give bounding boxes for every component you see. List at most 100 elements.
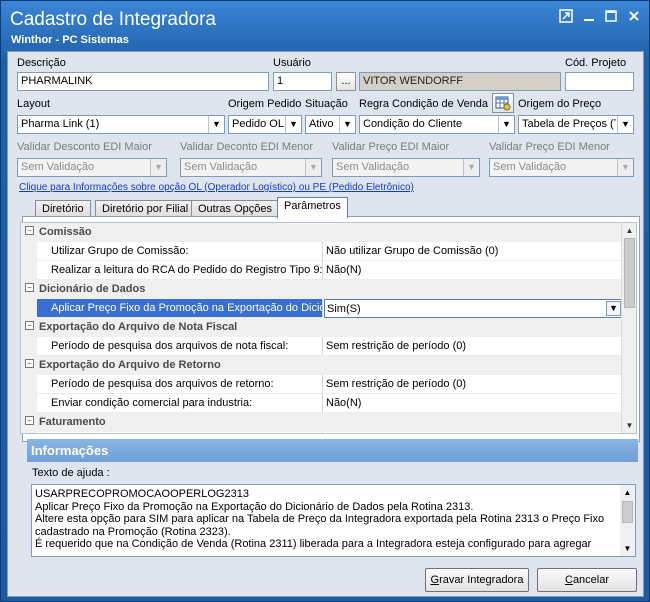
collapse-icon[interactable]: −	[25, 359, 34, 368]
grid-category-row[interactable]: − Dicionário de Dados	[21, 280, 623, 299]
validar-preco-maior-select[interactable]: Sem Validação ▼	[332, 158, 480, 177]
validar-desconto-menor-label: Validar Deconto EDI Menor	[180, 141, 314, 153]
scroll-thumb[interactable]	[624, 238, 635, 308]
chevron-down-icon[interactable]: ▼	[285, 116, 301, 133]
grid-property-value[interactable]: Não(N)	[324, 432, 623, 433]
scroll-up-icon[interactable]: ▲	[620, 485, 635, 500]
chevron-down-icon[interactable]: ▼	[150, 159, 166, 176]
chevron-down-icon[interactable]: ▼	[208, 116, 224, 133]
restore-icon[interactable]	[558, 9, 574, 25]
grid-property-value-text: Não(N)	[326, 397, 362, 409]
validar-preco-menor-value: Sem Validação	[493, 161, 567, 173]
grid-property-value[interactable]: Sem restrição de período (0)	[324, 337, 623, 356]
grid-property-row[interactable]: Utilizar Grupo de Comissão: Não utilizar …	[21, 242, 623, 261]
chevron-down-icon[interactable]: ▼	[617, 159, 633, 176]
validar-desconto-maior-select[interactable]: Sem Validação ▼	[17, 158, 167, 177]
origem-preco-select[interactable]: Tabela de Preços (T ▼	[518, 115, 634, 134]
grid-row-gutter	[21, 261, 37, 280]
chevron-down-icon[interactable]: ▼	[498, 116, 514, 133]
grid-property-value-text: Não utilizar Grupo de Comissão (0)	[326, 245, 499, 257]
grid-property-value[interactable]: Sem restrição de período (0)	[324, 375, 623, 394]
scroll-up-icon[interactable]: ▲	[622, 223, 636, 238]
grid-row-gutter	[21, 432, 37, 433]
close-icon[interactable]	[626, 9, 642, 25]
origem-preco-label: Origem do Preço	[518, 98, 602, 110]
grid-property-name: Gerar Ind. Tipo de Emissão Nota Fiscal:	[37, 432, 323, 433]
collapse-icon[interactable]: −	[25, 226, 34, 235]
descricao-input[interactable]: PHARMALINK	[17, 72, 269, 91]
grid-property-value[interactable]: Não(N)	[324, 394, 623, 413]
grid-property-value[interactable]: Não(N)	[324, 261, 623, 280]
grid-property-value-text: Sem restrição de período (0)	[326, 340, 467, 352]
grid-category-row[interactable]: − Exportação do Arquivo de Retorno	[21, 356, 623, 375]
regra-config-button[interactable]	[492, 93, 514, 113]
grid-property-name: Enviar condição comercial para industria…	[37, 394, 323, 413]
grid-category-row[interactable]: − Faturamento	[21, 413, 623, 432]
help-text-scrollbar[interactable]: ▲ ▼	[620, 485, 635, 556]
scroll-thumb[interactable]	[622, 501, 633, 523]
validar-desconto-menor-select[interactable]: Sem Validação ▼	[180, 158, 322, 177]
layout-select-value: Pharma Link (1)	[21, 118, 100, 130]
grid-row-gutter	[21, 394, 37, 413]
info-ol-pe-link[interactable]: Clique para Informações sobre opção OL (…	[19, 182, 414, 193]
regra-condicao-select[interactable]: Condição do Cliente ▼	[359, 115, 515, 134]
maximize-icon[interactable]	[603, 9, 619, 25]
validar-preco-menor-select[interactable]: Sem Validação ▼	[489, 158, 634, 177]
tab-parametros[interactable]: Parâmetros	[277, 197, 348, 218]
grid-property-value-text: Não(N)	[326, 264, 362, 276]
grid-category-label: Comissão	[39, 226, 92, 238]
layout-label: Layout	[17, 98, 51, 110]
help-text-box[interactable]: USARPRECOPROMOCAOOPERLOG2313 Aplicar Pre…	[31, 484, 636, 557]
grid-property-value[interactable]: Sim(S) ▼	[324, 299, 623, 318]
grid-category-row[interactable]: − Exportação do Arquivo de Nota Fiscal	[21, 318, 623, 337]
collapse-icon[interactable]: −	[25, 321, 34, 330]
validar-preco-menor-label: Validar Preço EDI Menor	[489, 141, 610, 153]
origem-pedido-value: Pedido OL	[232, 118, 284, 130]
grid-property-row[interactable]: Período de pesquisa dos arquivos de reto…	[21, 375, 623, 394]
validar-desconto-maior-label: Validar Desconto EDI Maior	[17, 141, 152, 153]
grid-property-row[interactable]: Enviar condição comercial para industria…	[21, 394, 623, 413]
chevron-down-icon[interactable]: ▼	[617, 116, 633, 133]
collapse-icon[interactable]: −	[25, 283, 34, 292]
cod-projeto-input[interactable]	[565, 72, 634, 91]
grid-property-row[interactable]: Aplicar Preço Fixo da Promoção na Export…	[21, 299, 623, 318]
grid-row-gutter	[21, 242, 37, 261]
usuario-lookup-button[interactable]: ...	[336, 72, 356, 91]
title-bar[interactable]: Cadastro de Integradora Winthor - PC Sis…	[1, 1, 649, 49]
origem-pedido-label: Origem Pedido	[228, 98, 302, 110]
grid-property-row[interactable]: Gerar Ind. Tipo de Emissão Nota Fiscal:N…	[21, 432, 623, 433]
chevron-down-icon[interactable]: ▼	[305, 159, 321, 176]
property-grid-scrollbar[interactable]: ▲ ▼	[621, 223, 636, 433]
situacao-select[interactable]: Ativo ▼	[305, 115, 356, 134]
gravar-integradora-button[interactable]: Gravar Integradora	[425, 568, 529, 592]
chevron-down-icon[interactable]: ▼	[463, 159, 479, 176]
scroll-down-icon[interactable]: ▼	[622, 418, 636, 433]
collapse-icon[interactable]: −	[25, 416, 34, 425]
gravar-accel: G	[430, 574, 440, 586]
grid-property-row[interactable]: Período de pesquisa dos arquivos de nota…	[21, 337, 623, 356]
chevron-down-icon[interactable]: ▼	[339, 116, 355, 133]
regra-condicao-label: Regra Condição de Venda	[359, 98, 489, 110]
situacao-value: Ativo	[309, 118, 334, 130]
scroll-down-icon[interactable]: ▼	[620, 541, 635, 556]
usuario-code-input[interactable]: 1	[273, 72, 332, 91]
origem-pedido-select[interactable]: Pedido OL ▼	[228, 115, 302, 134]
layout-select[interactable]: Pharma Link (1) ▼	[17, 115, 225, 134]
regra-condicao-value: Condição do Cliente	[363, 118, 463, 130]
help-text-content: USARPRECOPROMOCAOOPERLOG2313 Aplicar Pre…	[35, 488, 605, 550]
grid-row-gutter	[21, 375, 37, 394]
grid-property-value-text: Sem restrição de período (0)	[326, 378, 467, 390]
grid-property-value-text: Sim(S)	[327, 303, 361, 315]
cancelar-label: ancelar	[572, 574, 610, 586]
minimize-icon[interactable]	[581, 9, 597, 25]
chevron-down-icon[interactable]: ▼	[606, 301, 621, 316]
grid-category-label: Faturamento	[39, 416, 106, 428]
cancelar-button[interactable]: Cancelar	[537, 568, 637, 592]
app-window: Cadastro de Integradora Winthor - PC Sis…	[0, 0, 650, 602]
grid-property-value[interactable]: Não utilizar Grupo de Comissão (0)	[324, 242, 623, 261]
grid-property-row[interactable]: Realizar a leitura do RCA do Pedido do R…	[21, 261, 623, 280]
cod-projeto-label: Cód. Projeto	[565, 57, 627, 69]
origem-preco-value: Tabela de Preços (T	[522, 118, 616, 130]
descricao-label: Descrição	[17, 57, 66, 69]
grid-category-row[interactable]: − Comissão	[21, 223, 623, 242]
